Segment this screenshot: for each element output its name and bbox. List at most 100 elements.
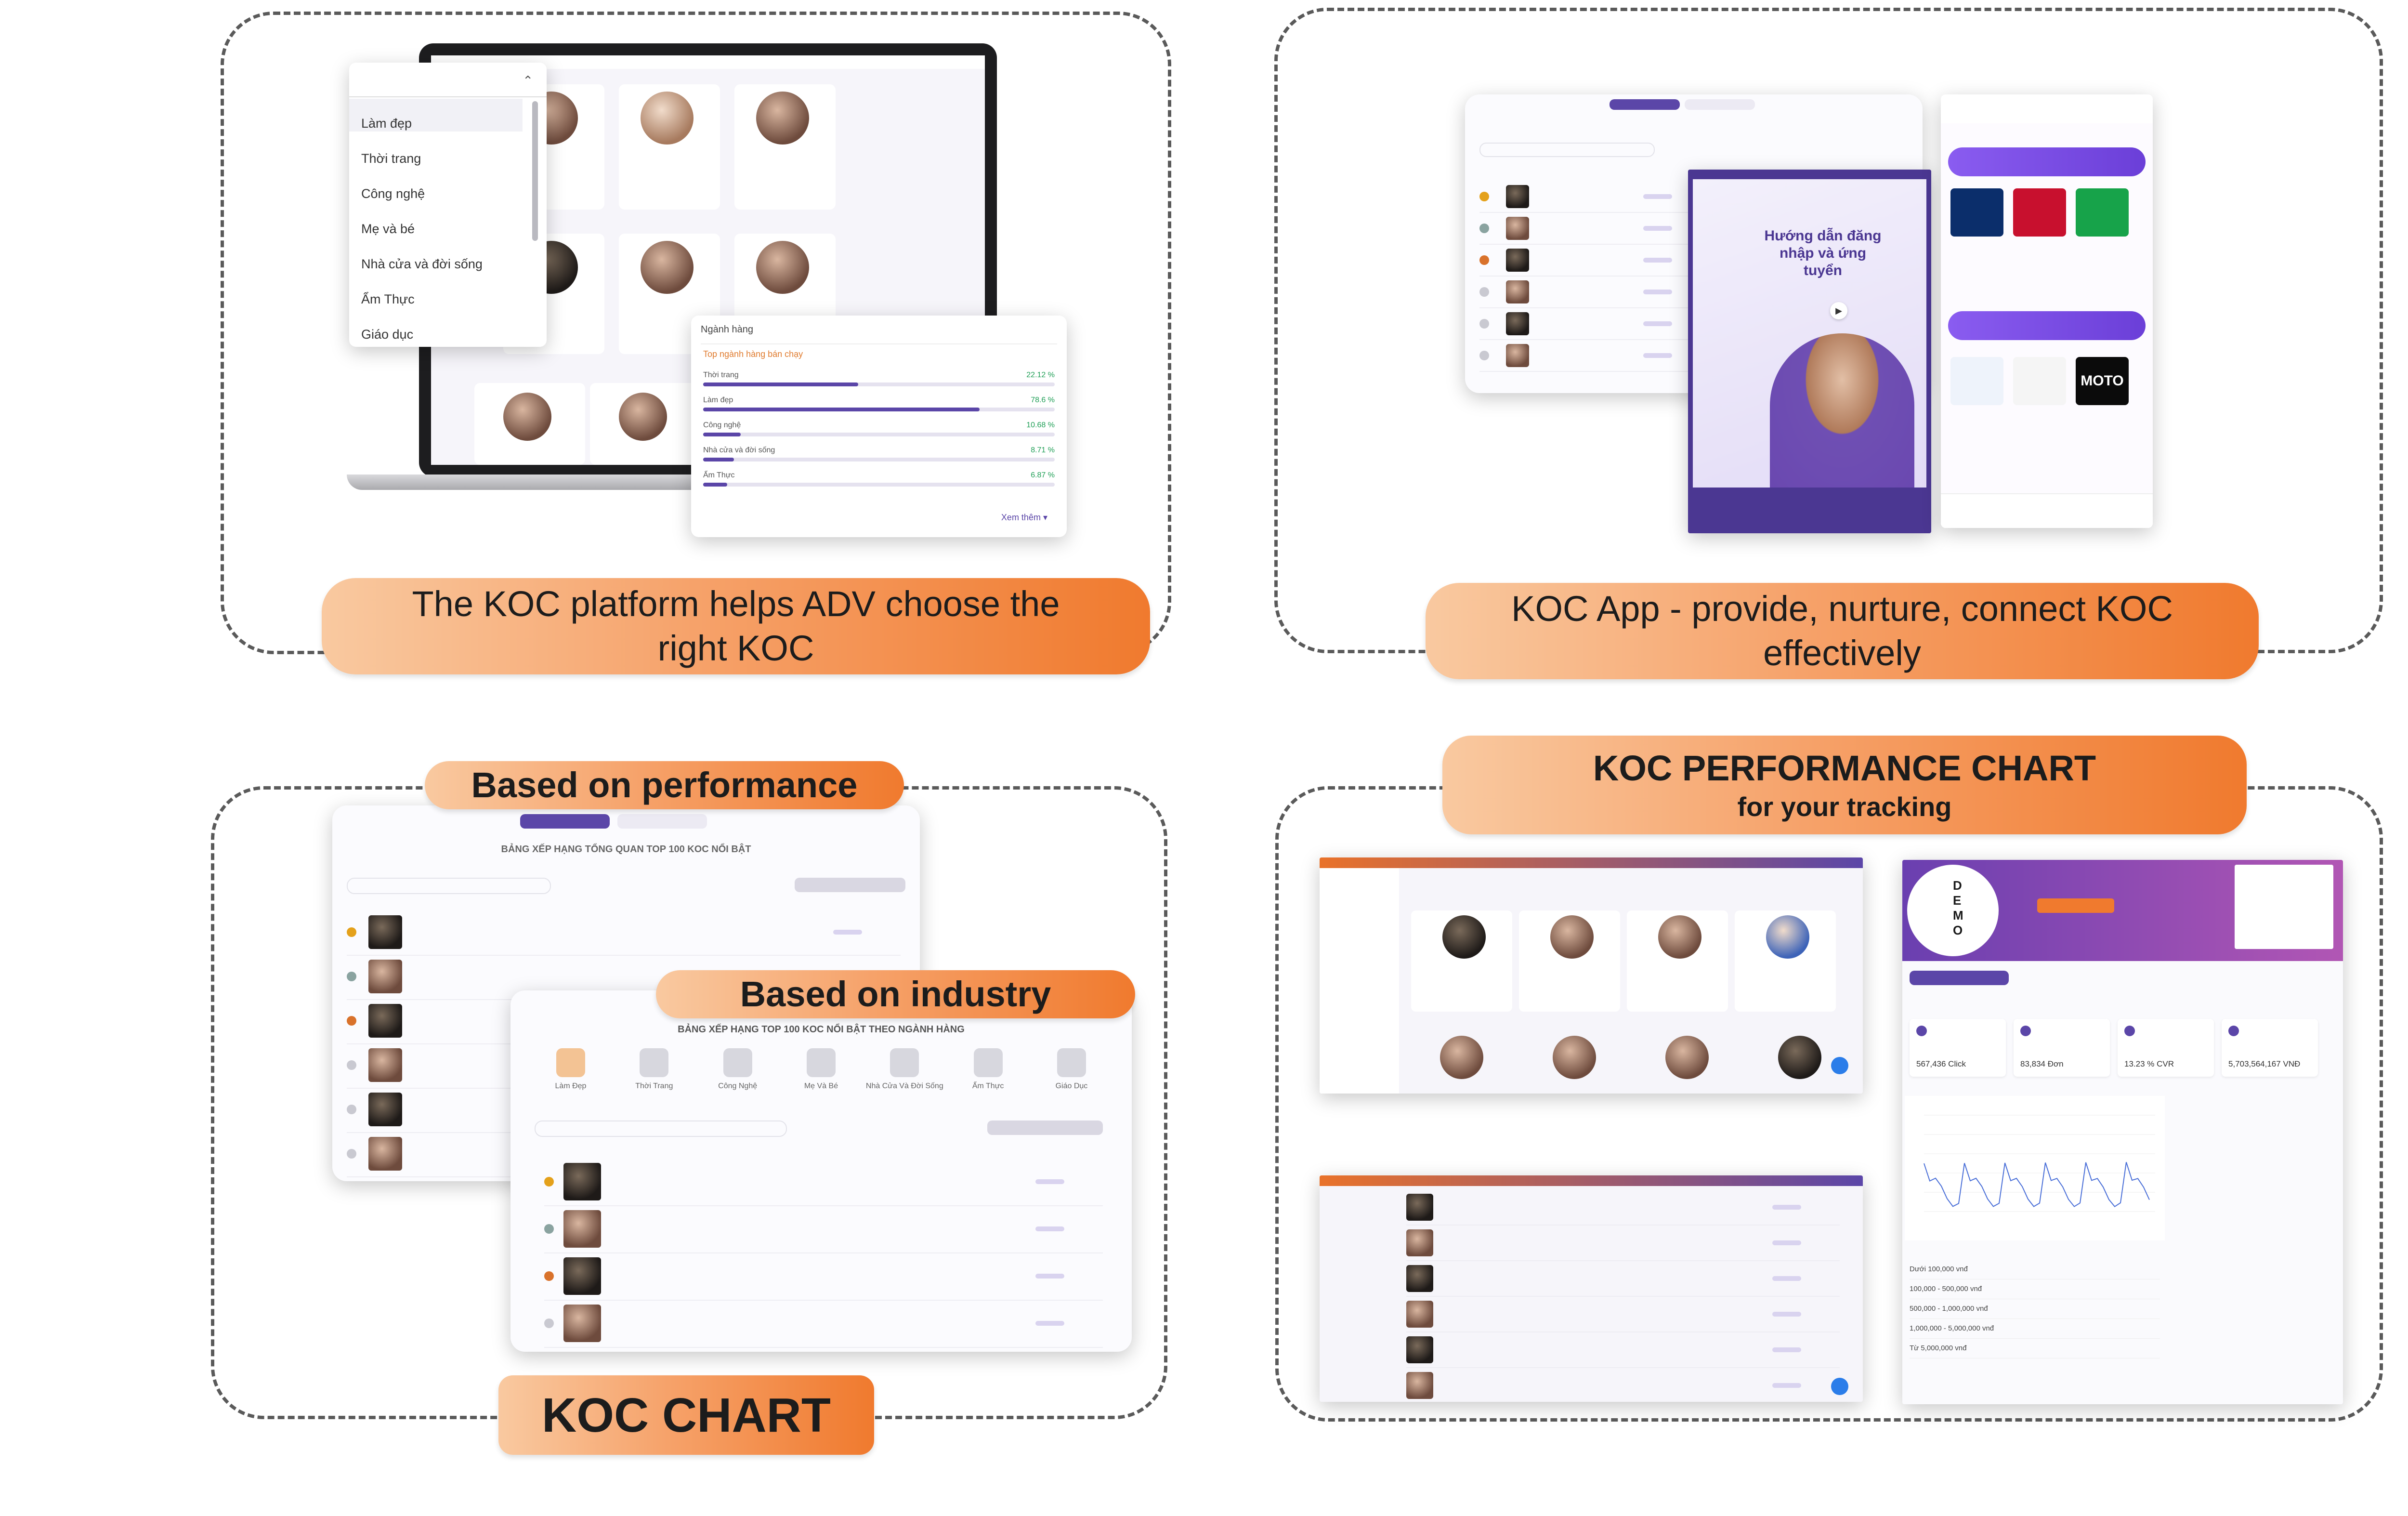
industry-row-bar xyxy=(703,483,1055,487)
table-row[interactable] xyxy=(1479,277,1711,308)
tab-performance[interactable] xyxy=(1910,971,2009,985)
avatar xyxy=(1406,1194,1433,1221)
table-row[interactable] xyxy=(1406,1226,1840,1261)
category-dropdown[interactable]: ⌃ Làm đẹp Thời trang Công nghệ Mẹ và bé … xyxy=(349,63,547,347)
status-badge xyxy=(1772,1240,1801,1245)
performance-title: KOC PERFORMANCE CHART xyxy=(1593,748,2096,788)
category-label: Ẩm Thực xyxy=(972,1082,1004,1090)
category-icon xyxy=(973,1048,1003,1077)
table-row[interactable] xyxy=(1479,340,1711,372)
category-label: Nhà Cửa Và Đời Sống xyxy=(865,1082,943,1090)
table-row[interactable] xyxy=(544,1159,1103,1206)
time-filter-button[interactable] xyxy=(987,1121,1103,1135)
koc-card[interactable] xyxy=(1627,910,1728,1012)
app-rank-rows xyxy=(1479,181,1711,372)
category-tab[interactable]: Thời Trang xyxy=(618,1048,690,1091)
brand-logo-moto[interactable]: MOTO xyxy=(2076,357,2129,405)
brand-logo[interactable] xyxy=(2013,357,2066,405)
tab-industry[interactable] xyxy=(1685,99,1755,110)
dropdown-item-label[interactable]: Nhà cửa và đời sống xyxy=(361,247,483,282)
time-filter-button[interactable] xyxy=(795,878,905,892)
medal-icon xyxy=(1479,192,1489,201)
chat-icon[interactable] xyxy=(1831,1057,1848,1074)
presenter-image xyxy=(1770,333,1914,488)
brand-logo[interactable] xyxy=(1950,357,2003,405)
koc-card[interactable] xyxy=(1735,910,1836,1012)
table-row[interactable] xyxy=(544,1206,1103,1253)
koc-card[interactable] xyxy=(590,383,701,465)
medal-icon xyxy=(347,927,356,937)
chevron-up-icon: ⌃ xyxy=(523,73,533,88)
table-row[interactable] xyxy=(1479,245,1711,277)
table-row[interactable] xyxy=(1406,1297,1840,1332)
dropdown-item-label[interactable]: Làm đẹp xyxy=(361,106,483,141)
tab-overview[interactable] xyxy=(520,814,610,829)
search-input[interactable] xyxy=(347,878,551,894)
category-tab[interactable]: Làm Đẹp xyxy=(535,1048,607,1091)
industry-row: Nhà cửa và đời sống 8.71 % xyxy=(703,446,1055,471)
avatar xyxy=(1506,312,1529,335)
tab-products[interactable] xyxy=(2015,971,2139,985)
category-tab[interactable]: Mẹ Và Bé xyxy=(785,1048,857,1091)
avatar xyxy=(1778,1036,1821,1079)
table-row[interactable] xyxy=(1479,213,1711,245)
category-label: Công Nghệ xyxy=(718,1082,758,1090)
dropdown-item-label[interactable]: Mẹ và bé xyxy=(361,211,483,247)
tab-industry[interactable] xyxy=(617,814,707,829)
table-row[interactable] xyxy=(1479,308,1711,340)
search-input[interactable] xyxy=(535,1121,787,1137)
koc-card[interactable] xyxy=(619,84,720,210)
dropdown-scrollbar[interactable] xyxy=(532,101,538,241)
koc-card[interactable] xyxy=(1519,910,1620,1012)
industry-row-pct: 10.68 % xyxy=(1026,421,1055,429)
ranking-title: BẢNG XẾP HẠNG TỔNG QUAN TOP 100 KOC NỔI … xyxy=(501,844,751,855)
avatar xyxy=(1506,280,1529,303)
profile-button[interactable] xyxy=(2037,898,2114,913)
table-row[interactable] xyxy=(1406,1261,1840,1297)
koc-card[interactable] xyxy=(474,383,585,465)
table-row[interactable] xyxy=(544,1253,1103,1301)
range-label: 1,000,000 - 5,000,000 vnđ xyxy=(1910,1324,1994,1332)
status-badge xyxy=(1772,1347,1801,1352)
table-row[interactable] xyxy=(1479,181,1711,213)
category-tab[interactable]: Nhà Cửa Và Đời Sống xyxy=(865,1048,943,1091)
table-row[interactable] xyxy=(1406,1368,1840,1402)
table-row[interactable] xyxy=(1406,1190,1840,1226)
medal-icon xyxy=(544,1177,554,1186)
medal-icon xyxy=(1479,255,1489,265)
dropdown-item-label[interactable]: Ẩm Thực xyxy=(361,282,483,317)
koc-cards-row xyxy=(1411,910,1836,1012)
avatar xyxy=(641,241,694,294)
campaign-banner[interactable] xyxy=(1948,311,2146,340)
play-icon[interactable]: ▶ xyxy=(1830,302,1847,319)
koc-card[interactable] xyxy=(734,84,836,210)
bottom-nav[interactable] xyxy=(1941,493,2153,528)
brand-logo[interactable] xyxy=(1950,188,2003,237)
brand-logo[interactable] xyxy=(2013,188,2066,237)
campaign-banner[interactable] xyxy=(1948,147,2146,176)
dropdown-item-label[interactable]: Giáo dục xyxy=(361,317,483,347)
category-icon xyxy=(890,1048,919,1077)
medal-icon xyxy=(544,1271,554,1281)
industry-row-label: Công nghệ xyxy=(703,421,741,429)
see-more-link[interactable]: Xem thêm ▾ xyxy=(1001,513,1047,523)
koc-card[interactable] xyxy=(1411,910,1512,1012)
industry-row-bar xyxy=(703,408,1055,411)
stat-value: 567,436 Click xyxy=(1916,1059,1966,1068)
table-row[interactable] xyxy=(347,911,901,956)
brand-logo[interactable] xyxy=(2076,188,2129,237)
table-row[interactable] xyxy=(544,1301,1103,1348)
status-badge xyxy=(1643,290,1672,294)
category-tab[interactable]: Công Nghệ xyxy=(702,1048,774,1091)
avatar xyxy=(1406,1301,1433,1328)
dropdown-item-label[interactable]: Công nghệ xyxy=(361,176,483,211)
category-tab[interactable]: Ẩm Thực xyxy=(952,1048,1024,1091)
caption-platform-line1: The KOC platform helps ADV choose the xyxy=(412,584,1060,624)
caption-performance: KOC PERFORMANCE CHART for your tracking xyxy=(1442,736,2247,834)
category-tab[interactable]: Giáo Dục xyxy=(1035,1048,1108,1091)
tab-overview[interactable] xyxy=(1610,99,1680,110)
table-row[interactable] xyxy=(1406,1332,1840,1368)
chat-icon[interactable] xyxy=(1831,1378,1848,1395)
dropdown-item-label[interactable]: Thời trang xyxy=(361,141,483,176)
profile-header: DEMO xyxy=(1902,860,2343,961)
